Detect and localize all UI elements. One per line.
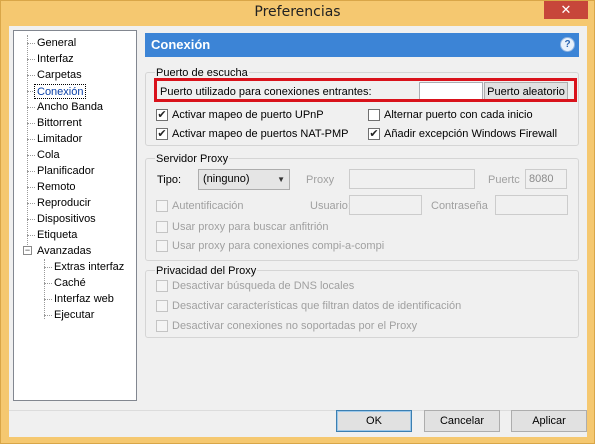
tree-item-general[interactable]: General xyxy=(35,36,78,51)
tree-item-cache[interactable]: Caché xyxy=(52,276,88,291)
tree-item-interfaz[interactable]: Interfaz xyxy=(35,52,76,67)
collapse-icon[interactable]: − xyxy=(23,246,32,255)
close-button[interactable]: ✕ xyxy=(544,1,588,19)
section-title: Conexión xyxy=(151,37,211,52)
cancel-button[interactable]: Cancelar xyxy=(424,410,500,432)
tree-item-extras-interfaz[interactable]: Extras interfaz xyxy=(52,260,126,275)
footer-divider xyxy=(9,410,587,411)
proxy-password-input[interactable] xyxy=(495,195,568,215)
firewall-checkbox[interactable]: ✔ xyxy=(368,128,380,140)
proxy-port-label: Puertc xyxy=(488,174,520,186)
tree-connector xyxy=(27,75,35,76)
natpmp-label: Activar mapeo de puertos NAT-PMP xyxy=(172,128,349,140)
tree-item-ejecutar[interactable]: Ejecutar xyxy=(52,308,96,323)
disable-unsupported-checkbox[interactable] xyxy=(156,320,168,332)
proxy-group-title: Servidor Proxy xyxy=(155,153,230,165)
tree-connector xyxy=(27,59,35,60)
tree-connector xyxy=(27,139,35,140)
tree-connector xyxy=(27,187,35,188)
disable-dns-label: Desactivar búsqueda de DNS locales xyxy=(172,280,355,292)
proxy-type-select[interactable]: (ninguno) ▼ xyxy=(198,169,290,190)
upnp-checkbox[interactable]: ✔ xyxy=(156,109,168,121)
ok-button[interactable]: OK xyxy=(336,410,412,432)
tree-connector xyxy=(27,155,35,156)
tree-connector xyxy=(44,315,52,316)
highlight-box xyxy=(154,78,577,102)
disable-unsupported-label: Desactivar conexiones no soportadas por … xyxy=(172,320,418,332)
tree-connector xyxy=(27,123,35,124)
proxy-hostname-checkbox[interactable] xyxy=(156,221,168,233)
proxy-type-value: (ninguno) xyxy=(203,173,250,185)
tree-item-reproducir[interactable]: Reproducir xyxy=(35,196,93,211)
alternate-port-checkbox[interactable] xyxy=(368,109,380,121)
window-title: Preferencias xyxy=(254,4,341,20)
proxy-user-label: Usuario: xyxy=(310,200,351,212)
dialog-body: General Interfaz Carpetas Conexión Ancho… xyxy=(9,26,587,437)
chevron-down-icon: ▼ xyxy=(277,175,285,184)
natpmp-checkbox[interactable]: ✔ xyxy=(156,128,168,140)
tree-connector xyxy=(27,171,35,172)
help-icon[interactable]: ? xyxy=(560,37,575,52)
proxy-password-label: Contraseña xyxy=(431,200,488,212)
proxy-host-input[interactable] xyxy=(349,169,475,189)
tree-item-bittorrent[interactable]: Bittorrent xyxy=(35,116,84,131)
tree-item-planificador[interactable]: Planificador xyxy=(35,164,96,179)
disable-features-label: Desactivar características que filtran d… xyxy=(172,300,462,312)
proxy-port-input[interactable] xyxy=(525,169,567,189)
proxy-p2p-checkbox[interactable] xyxy=(156,240,168,252)
tree-connector xyxy=(27,43,35,44)
tree-connector xyxy=(27,35,28,255)
tree-connector xyxy=(27,107,35,108)
upnp-label: Activar mapeo de puerto UPnP xyxy=(172,109,324,121)
proxy-type-label: Tipo: xyxy=(157,174,182,186)
proxy-user-input[interactable] xyxy=(349,195,422,215)
tree-item-avanzadas[interactable]: Avanzadas xyxy=(35,244,93,259)
alternate-port-label: Alternar puerto con cada inicio xyxy=(384,109,533,121)
tree-item-conexion[interactable]: Conexión xyxy=(34,84,87,99)
section-header: Conexión ? xyxy=(145,33,579,57)
tree-item-ancho-banda[interactable]: Ancho Banda xyxy=(35,100,105,115)
disable-features-checkbox[interactable] xyxy=(156,300,168,312)
firewall-label: Añadir excepción Windows Firewall xyxy=(384,128,558,140)
tree-connector xyxy=(27,219,35,220)
tree-item-interfaz-web[interactable]: Interfaz web xyxy=(52,292,116,307)
proxy-p2p-label: Usar proxy para conexiones compi-a-compi xyxy=(172,240,385,252)
tree-connector xyxy=(44,267,52,268)
proxy-host-label: Proxy xyxy=(306,174,335,186)
category-tree[interactable]: General Interfaz Carpetas Conexión Ancho… xyxy=(13,30,137,401)
tree-connector xyxy=(44,283,52,284)
tree-item-carpetas[interactable]: Carpetas xyxy=(35,68,84,83)
tree-item-limitador[interactable]: Limitador xyxy=(35,132,84,147)
tree-connector xyxy=(44,299,52,300)
tree-connector xyxy=(44,259,45,319)
tree-item-remoto[interactable]: Remoto xyxy=(35,180,78,195)
tree-connector xyxy=(27,203,35,204)
preferences-window: Preferencias ✕ General Interfaz Carpetas… xyxy=(0,0,595,444)
tree-item-etiqueta[interactable]: Etiqueta xyxy=(35,228,79,243)
proxy-auth-checkbox[interactable] xyxy=(156,200,168,212)
apply-button[interactable]: Aplicar xyxy=(511,410,587,432)
close-icon: ✕ xyxy=(560,2,572,17)
proxy-privacy-group-title: Privacidad del Proxy xyxy=(155,265,258,277)
tree-item-dispositivos[interactable]: Dispositivos xyxy=(35,212,98,227)
tree-item-cola[interactable]: Cola xyxy=(35,148,62,163)
proxy-auth-label: Autentificación xyxy=(172,200,244,212)
disable-dns-checkbox[interactable] xyxy=(156,280,168,292)
proxy-hostname-label: Usar proxy para buscar anfitrión xyxy=(172,221,329,233)
tree-connector xyxy=(27,235,35,236)
title-bar[interactable]: Preferencias ✕ xyxy=(1,1,594,25)
